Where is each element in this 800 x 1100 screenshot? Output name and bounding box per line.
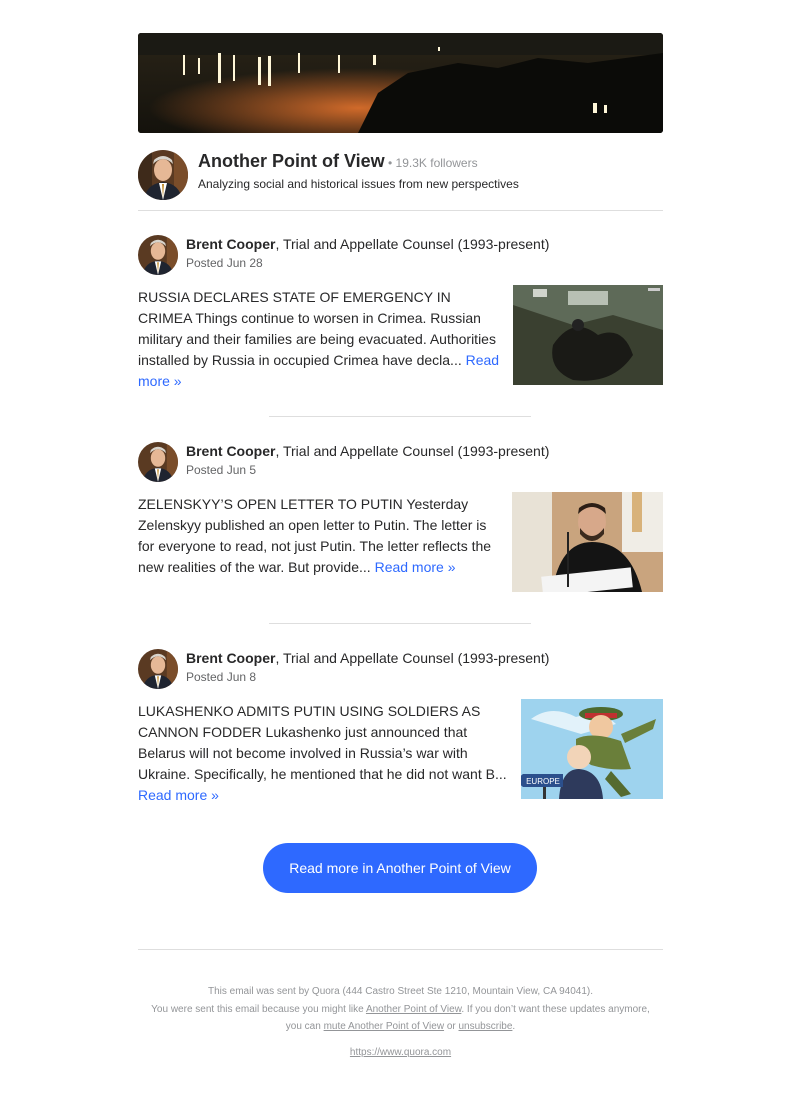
quora-url-link[interactable]: https://www.quora.com xyxy=(118,1044,683,1062)
post-item: Brent Cooper, Trial and Appellate Counse… xyxy=(138,235,663,392)
footer-divider xyxy=(138,949,663,950)
read-more-link[interactable]: Read more » xyxy=(138,787,219,803)
unsubscribe-link[interactable]: unsubscribe xyxy=(459,1021,513,1032)
post-excerpt-text: RUSSIA DECLARES STATE OF EMERGENCY IN CR… xyxy=(138,289,496,368)
post-item: Brent Cooper, Trial and Appellate Counse… xyxy=(138,442,663,592)
author-name[interactable]: Brent Cooper xyxy=(186,443,275,459)
space-followers: • 19.3K followers xyxy=(384,156,478,170)
thumbnail-sign-text: EUROPE xyxy=(526,777,560,786)
author-avatar[interactable] xyxy=(138,649,178,689)
author-credential: , Trial and Appellate Counsel (1993-pres… xyxy=(275,236,550,252)
read-more-in-space-button[interactable]: Read more in Another Point of View xyxy=(263,843,537,893)
post-thumbnail[interactable]: EUROPE xyxy=(521,699,663,799)
footer: This email was sent by Quora (444 Castro… xyxy=(118,983,683,1061)
space-title[interactable]: Another Point of View • 19.3K followers xyxy=(198,151,478,172)
author-name[interactable]: Brent Cooper xyxy=(186,236,275,252)
footer-sender-line: This email was sent by Quora (444 Castro… xyxy=(207,986,594,997)
mute-space-link[interactable]: mute Another Point of View xyxy=(324,1021,444,1032)
read-more-link[interactable]: Read more » xyxy=(375,559,456,575)
footer-options-line: you can mute Another Point of View or un… xyxy=(118,1018,683,1036)
post-date: Posted Jun 28 xyxy=(186,256,263,270)
post-thumbnail[interactable] xyxy=(512,492,663,592)
footer-options-text: you can xyxy=(285,1021,324,1032)
footer-options-or: or xyxy=(444,1021,459,1032)
post-thumbnail[interactable] xyxy=(513,285,663,385)
post-excerpt: LUKASHENKO ADMITS PUTIN USING SOLDIERS A… xyxy=(138,701,516,806)
post-excerpt: ZELENSKYY’S OPEN LETTER TO PUTIN Yesterd… xyxy=(138,494,503,578)
author-name[interactable]: Brent Cooper xyxy=(186,650,275,666)
post-excerpt: RUSSIA DECLARES STATE OF EMERGENCY IN CR… xyxy=(138,287,500,392)
footer-space-link[interactable]: Another Point of View xyxy=(366,1004,461,1015)
space-header: Another Point of View • 19.3K followers … xyxy=(138,150,663,211)
post-date: Posted Jun 8 xyxy=(186,670,257,684)
footer-reason-text: You were sent this email because you mig… xyxy=(151,1003,366,1015)
post-divider xyxy=(269,623,531,624)
space-cover-image xyxy=(138,33,663,133)
footer-reason-line: You were sent this email because you mig… xyxy=(118,1001,683,1019)
footer-reason-text-end: . If you don’t want these updates anymor… xyxy=(461,1003,650,1015)
space-avatar[interactable] xyxy=(138,150,188,200)
author-credential: , Trial and Appellate Counsel (1993-pres… xyxy=(275,650,550,666)
post-divider xyxy=(269,416,531,417)
author-avatar[interactable] xyxy=(138,442,178,482)
space-name[interactable]: Another Point of View xyxy=(198,151,385,171)
footer-options-period: . xyxy=(512,1021,516,1032)
author-avatar[interactable] xyxy=(138,235,178,275)
post-excerpt-text: LUKASHENKO ADMITS PUTIN USING SOLDIERS A… xyxy=(138,703,507,782)
space-description: Analyzing social and historical issues f… xyxy=(198,177,519,191)
post-item: Brent Cooper, Trial and Appellate Counse… xyxy=(138,649,663,806)
post-date: Posted Jun 5 xyxy=(186,463,257,477)
author-credential: , Trial and Appellate Counsel (1993-pres… xyxy=(275,443,550,459)
